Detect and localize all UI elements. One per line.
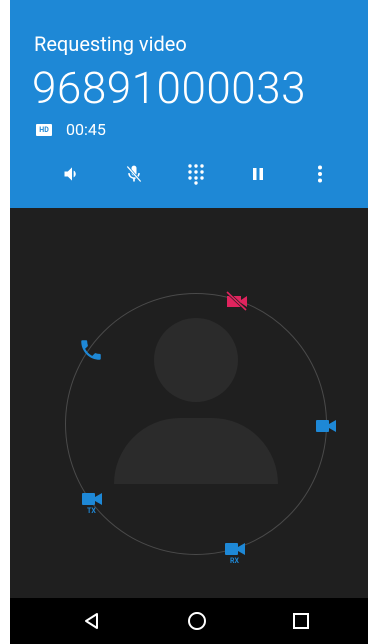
recents-icon	[293, 613, 309, 629]
video-rx-icon	[225, 543, 245, 555]
decline-video-button[interactable]	[223, 287, 251, 315]
phone-icon	[81, 340, 101, 360]
call-status-text: Requesting video	[34, 32, 187, 56]
contact-avatar-head	[154, 318, 238, 402]
back-icon	[85, 613, 98, 629]
rx-label: RX	[230, 557, 239, 565]
home-button[interactable]	[184, 608, 210, 634]
speaker-icon	[64, 167, 76, 181]
recents-button[interactable]	[288, 608, 314, 634]
mute-button[interactable]	[120, 160, 148, 188]
more-vert-icon	[318, 165, 322, 183]
phone-number: 96891000033	[32, 62, 306, 114]
back-button[interactable]	[79, 608, 105, 634]
call-controls	[10, 160, 368, 188]
video-icon	[316, 420, 336, 432]
dialpad-button[interactable]	[182, 160, 210, 188]
more-options-button[interactable]	[306, 160, 334, 188]
dialpad-icon	[188, 164, 204, 185]
video-off-icon	[225, 291, 248, 311]
tx-label: TX	[87, 507, 96, 515]
answer-voice-button[interactable]	[77, 336, 105, 364]
pause-icon	[253, 168, 263, 180]
phone-screen: Requesting video 96891000033 HD 00:45 TX…	[10, 0, 368, 644]
speaker-button[interactable]	[58, 160, 86, 188]
home-icon	[188, 612, 206, 630]
call-header: Requesting video 96891000033 HD 00:45	[10, 0, 368, 208]
video-tx-only-button[interactable]: TX	[78, 485, 106, 515]
accept-video-button[interactable]	[312, 412, 340, 440]
video-tx-icon	[82, 493, 102, 505]
system-navigation-bar	[10, 598, 368, 644]
incoming-video-request-area: TX RX	[10, 208, 368, 598]
hold-button[interactable]	[244, 160, 272, 188]
mic-off-icon	[126, 165, 142, 183]
hd-badge: HD	[36, 124, 52, 136]
video-rx-only-button[interactable]: RX	[221, 535, 249, 565]
call-duration: 00:45	[66, 120, 106, 139]
